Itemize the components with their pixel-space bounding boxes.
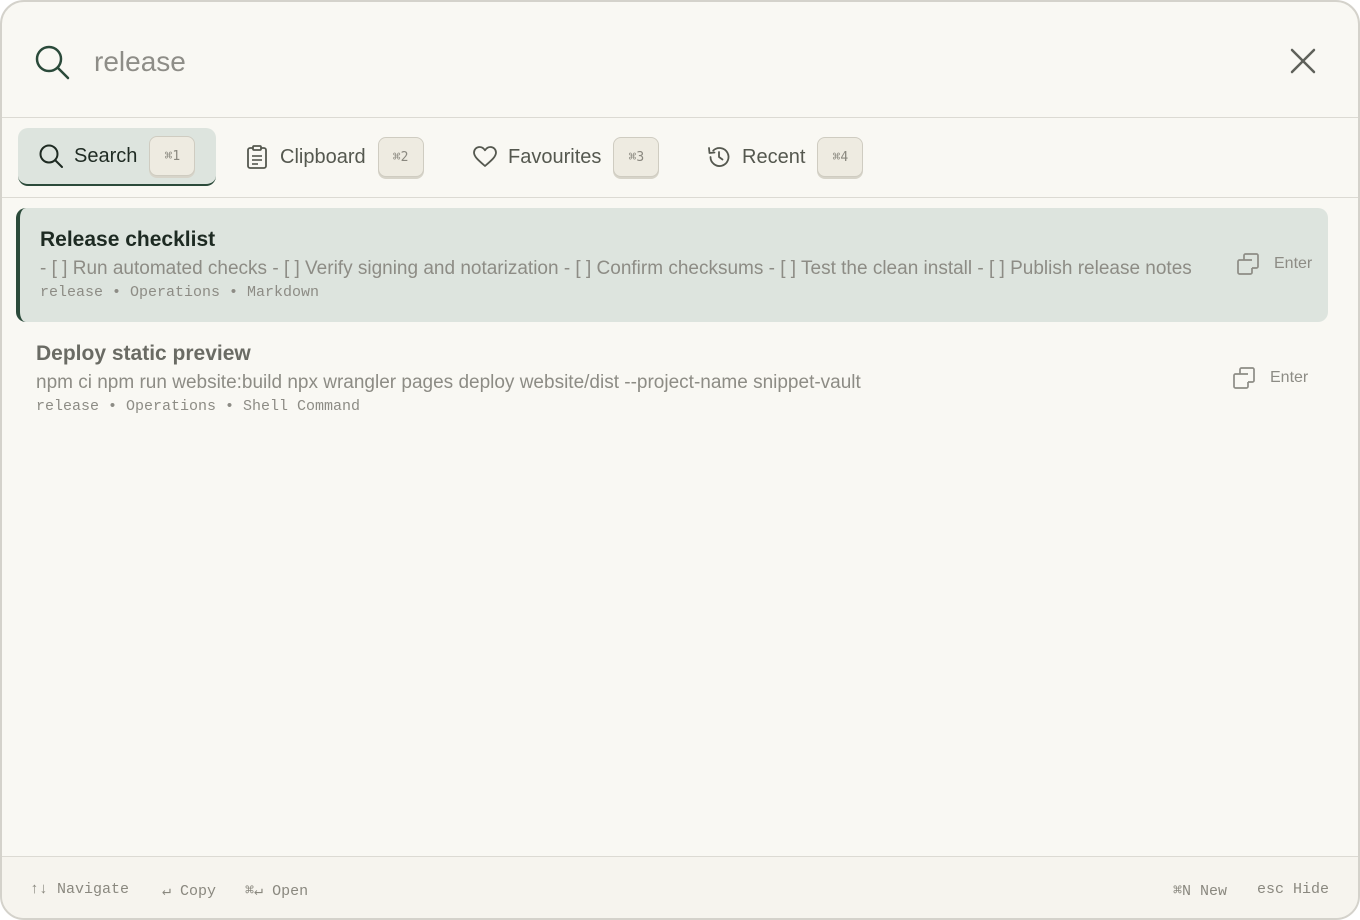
close-icon[interactable] (1288, 46, 1318, 76)
hint-open: ⌘↵ Open (245, 883, 309, 900)
search-icon (35, 45, 70, 80)
tab-label: Clipboard (280, 145, 366, 168)
shortcut-badge: ⌘1 (149, 136, 196, 176)
result-title: Release checklist (40, 228, 216, 251)
hint-copy: ↵ Copy (162, 883, 217, 900)
clipboard-icon (247, 145, 267, 169)
tab-label: Recent (742, 145, 806, 168)
tab-clipboard[interactable]: Clipboard ⌘2 (244, 128, 434, 186)
shortcut-badge: ⌘4 (817, 137, 864, 177)
copy-icon (1237, 253, 1259, 275)
copy-action[interactable]: Enter (1236, 250, 1312, 278)
tab-favourites[interactable]: Favourites ⌘3 (472, 128, 672, 186)
result-title: Deploy static preview (36, 342, 251, 365)
hint-new: ⌘N New (1173, 883, 1228, 900)
tab-bar: Search ⌘1 Clipboard ⌘2 Favourites ⌘3 Rec… (2, 118, 1358, 198)
result-preview: - [ ] Run automated checks - [ ] Verify … (40, 258, 1192, 279)
copy-action[interactable]: Enter (1232, 364, 1308, 392)
hint-hide: esc Hide (1257, 881, 1330, 898)
search-icon (39, 144, 63, 168)
tab-search[interactable]: Search ⌘1 (18, 128, 216, 186)
result-meta: release • Operations • Markdown (40, 284, 320, 301)
action-label: Enter (1270, 369, 1309, 386)
history-icon (708, 147, 730, 167)
result-item[interactable]: Deploy static preview npm ci npm run web… (16, 322, 1328, 436)
result-preview: npm ci npm run website:build npx wrangle… (36, 372, 861, 393)
heart-icon (473, 146, 497, 167)
hint-navigate: ↑↓ Navigate (30, 881, 130, 898)
result-meta: release • Operations • Shell Command (36, 398, 361, 415)
shortcut-badge: ⌘2 (377, 137, 424, 177)
tab-label: Search (74, 144, 138, 167)
copy-icon (1233, 367, 1255, 389)
launcher-window: Search ⌘1 Clipboard ⌘2 Favourites ⌘3 (0, 0, 1360, 920)
shortcut-badge: ⌘3 (613, 137, 660, 177)
result-item[interactable]: Release checklist - [ ] Run automated ch… (16, 208, 1328, 322)
search-input[interactable] (94, 40, 1194, 84)
action-label: Enter (1274, 255, 1313, 272)
tab-recent[interactable]: Recent ⌘4 (706, 128, 876, 186)
tab-label: Favourites (508, 145, 602, 168)
search-bar (2, 2, 1358, 118)
footer-bar: ↑↓ Navigate ↵ Copy ⌘↵ Open ⌘N New esc Hi… (2, 856, 1358, 918)
